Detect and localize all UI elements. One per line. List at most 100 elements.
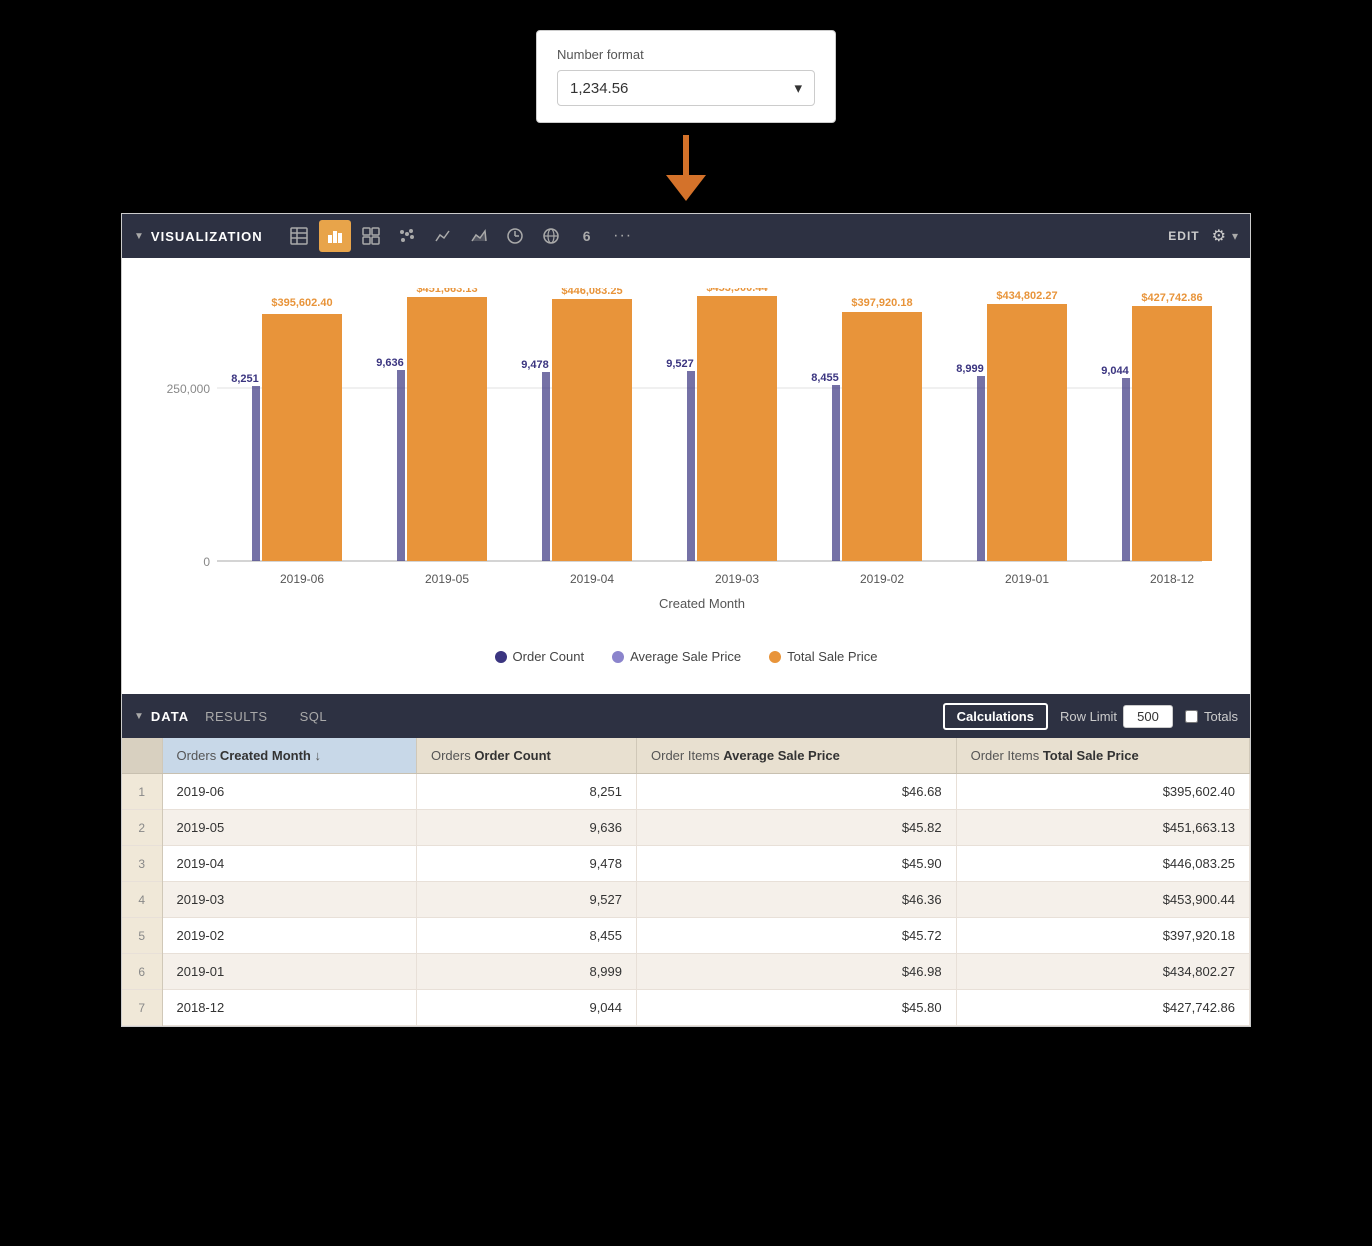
- svg-text:0: 0: [203, 555, 210, 569]
- svg-text:2019-03: 2019-03: [715, 572, 759, 586]
- svg-text:9,527: 9,527: [666, 358, 694, 370]
- table-row: 1 2019-06 8,251 $46.68 $395,602.40: [122, 774, 1250, 810]
- data-collapse-icon[interactable]: ▼: [134, 711, 145, 722]
- scatter-button[interactable]: [391, 220, 423, 252]
- order-count-cell: 9,636: [416, 810, 636, 846]
- svg-text:250,000: 250,000: [167, 382, 211, 396]
- row-number: 3: [122, 846, 162, 882]
- row-number: 4: [122, 882, 162, 918]
- svg-text:2019-02: 2019-02: [860, 572, 904, 586]
- visualization-header: ▼ VISUALIZATION: [122, 214, 1250, 258]
- table-view-button[interactable]: [283, 220, 315, 252]
- created-month-cell: 2019-01: [162, 954, 416, 990]
- total-sale-cell: $427,742.86: [956, 990, 1249, 1026]
- legend-avg-sale: Average Sale Price: [612, 649, 741, 664]
- order-count-cell: 8,455: [416, 918, 636, 954]
- svg-text:$434,802.27: $434,802.27: [996, 290, 1057, 302]
- table-row: 7 2018-12 9,044 $45.80 $427,742.86: [122, 990, 1250, 1026]
- avg-sale-cell: $45.80: [637, 990, 957, 1026]
- avg-sale-cell: $46.36: [637, 882, 957, 918]
- table-row: 3 2019-04 9,478 $45.90 $446,083.25: [122, 846, 1250, 882]
- settings-dropdown-icon[interactable]: ▾: [1232, 229, 1238, 243]
- legend-label-total-sale: Total Sale Price: [787, 649, 877, 664]
- svg-text:2019-05: 2019-05: [425, 572, 469, 586]
- total-sale-cell: $451,663.13: [956, 810, 1249, 846]
- edit-button[interactable]: EDIT: [1168, 229, 1199, 243]
- svg-text:2019-04: 2019-04: [570, 572, 614, 586]
- legend-order-count: Order Count: [495, 649, 585, 664]
- total-sale-cell: $446,083.25: [956, 846, 1249, 882]
- svg-text:9,478: 9,478: [521, 359, 549, 371]
- avg-sale-cell: $45.90: [637, 846, 957, 882]
- created-month-cell: 2018-12: [162, 990, 416, 1026]
- svg-text:2019-01: 2019-01: [1005, 572, 1049, 586]
- row-number: 6: [122, 954, 162, 990]
- legend-dot-total-sale: [769, 651, 781, 663]
- created-month-header[interactable]: Orders Created Month ↓: [162, 738, 416, 774]
- svg-text:2018-12: 2018-12: [1150, 572, 1194, 586]
- legend-total-sale: Total Sale Price: [769, 649, 877, 664]
- arrow-container: [661, 133, 711, 203]
- line-chart-button[interactable]: [427, 220, 459, 252]
- data-title: ▼ DATA: [134, 709, 189, 724]
- table-row: 6 2019-01 8,999 $46.98 $434,802.27: [122, 954, 1250, 990]
- main-panel: ▼ VISUALIZATION: [121, 213, 1251, 1027]
- row-number: 2: [122, 810, 162, 846]
- total-sale-header[interactable]: Order Items Total Sale Price: [956, 738, 1249, 774]
- settings-icon[interactable]: ⚙: [1212, 226, 1226, 246]
- svg-text:$395,602.40: $395,602.40: [271, 297, 332, 309]
- row-limit-label: Row Limit: [1060, 709, 1117, 724]
- created-month-cell: 2019-02: [162, 918, 416, 954]
- number-format-popup: Number format 1,234.56 ▾: [536, 30, 836, 123]
- viz-collapse-icon[interactable]: ▼: [134, 231, 145, 242]
- table-row: 5 2019-02 8,455 $45.72 $397,920.18: [122, 918, 1250, 954]
- order-count-cell: 8,251: [416, 774, 636, 810]
- number-format-select[interactable]: 1,234.56 ▾: [557, 70, 815, 106]
- total-sale-cell: $453,900.44: [956, 882, 1249, 918]
- total-sale-cell: $434,802.27: [956, 954, 1249, 990]
- map-button[interactable]: [535, 220, 567, 252]
- svg-text:$453,900.44: $453,900.44: [706, 288, 768, 294]
- pivot-button[interactable]: [355, 220, 387, 252]
- row-limit-input[interactable]: [1123, 705, 1173, 728]
- svg-text:8,999: 8,999: [956, 363, 984, 375]
- row-number: 7: [122, 990, 162, 1026]
- created-month-cell: 2019-03: [162, 882, 416, 918]
- row-number: 1: [122, 774, 162, 810]
- avg-sale-header[interactable]: Order Items Average Sale Price: [637, 738, 957, 774]
- bar-chart-svg: 250,000 0 $395,602.40 8,251 2019-06 $451…: [162, 288, 1212, 628]
- more-options-button[interactable]: ···: [607, 220, 639, 252]
- data-table: Orders Created Month ↓ Orders Order Coun…: [122, 738, 1250, 1026]
- svg-text:2019-06: 2019-06: [280, 572, 324, 586]
- down-arrow-icon: [661, 133, 711, 203]
- svg-text:9,044: 9,044: [1101, 365, 1129, 377]
- calculations-button[interactable]: Calculations: [943, 703, 1048, 730]
- results-tab[interactable]: RESULTS: [189, 701, 284, 732]
- svg-text:$451,663.13: $451,663.13: [416, 288, 477, 295]
- avg-sale-cell: $46.68: [637, 774, 957, 810]
- legend-dot-avg-sale: [612, 651, 624, 663]
- svg-text:$397,920.18: $397,920.18: [851, 297, 912, 309]
- legend-label-order-count: Order Count: [513, 649, 585, 664]
- svg-text:8,455: 8,455: [811, 372, 839, 384]
- avg-sale-cell: $46.98: [637, 954, 957, 990]
- created-month-cell: 2019-06: [162, 774, 416, 810]
- chart-area: 250,000 0 $395,602.40 8,251 2019-06 $451…: [122, 258, 1250, 694]
- svg-text:9,636: 9,636: [376, 357, 404, 369]
- avg-sale-cell: $45.82: [637, 810, 957, 846]
- avg-sale-cell: $45.72: [637, 918, 957, 954]
- row-number-header: [122, 738, 162, 774]
- clock-button[interactable]: [499, 220, 531, 252]
- svg-text:$446,083.25: $446,083.25: [561, 288, 622, 297]
- totals-label: Totals: [1204, 709, 1238, 724]
- number-button[interactable]: 6: [571, 220, 603, 252]
- area-chart-button[interactable]: [463, 220, 495, 252]
- bar-chart-button[interactable]: [319, 220, 351, 252]
- svg-text:Created Month: Created Month: [659, 596, 745, 611]
- sql-tab[interactable]: SQL: [284, 701, 344, 732]
- order-count-cell: 9,527: [416, 882, 636, 918]
- totals-checkbox[interactable]: [1185, 710, 1198, 723]
- total-sale-cell: $397,920.18: [956, 918, 1249, 954]
- order-count-header[interactable]: Orders Order Count: [416, 738, 636, 774]
- order-count-cell: 9,478: [416, 846, 636, 882]
